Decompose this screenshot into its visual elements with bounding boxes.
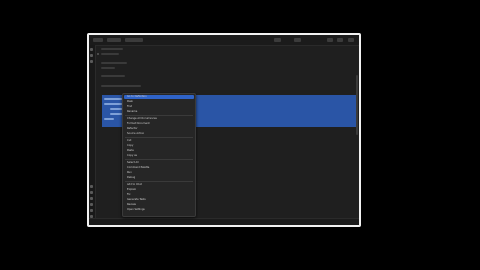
menu-item-generate-tests[interactable]: Generate Tests [127, 198, 146, 201]
menu-item-refactor[interactable]: Refactor [127, 127, 138, 130]
window-minimize-button[interactable] [327, 38, 333, 42]
menu-item-source-action[interactable]: Source Action [127, 132, 144, 135]
code-line [101, 48, 123, 50]
menu-icon[interactable] [93, 38, 103, 42]
explorer-icon[interactable] [90, 48, 93, 51]
extensions-icon[interactable] [90, 197, 93, 200]
line-number [97, 53, 99, 55]
menu-item-review[interactable]: Review [127, 203, 136, 206]
source-control-icon[interactable] [90, 60, 93, 63]
editor-scrollbar[interactable] [356, 75, 358, 135]
window-close-button[interactable] [348, 38, 354, 42]
menu-separator [125, 159, 193, 160]
code-line [101, 75, 125, 77]
menu-item-peek[interactable]: Peek [127, 100, 133, 103]
tab-file[interactable] [107, 38, 121, 42]
toolbar-button[interactable] [294, 38, 301, 42]
menu-item-find[interactable]: Find [127, 105, 132, 108]
menu-item-explain[interactable]: Explain [127, 188, 136, 191]
code-line [101, 62, 127, 64]
debug-icon[interactable] [90, 209, 93, 212]
status-bar [89, 218, 359, 225]
menu-separator [125, 181, 193, 182]
run-icon[interactable] [90, 203, 93, 206]
menu-item-go-to-definition[interactable]: Go to Definition [127, 95, 147, 98]
selected-line [104, 118, 114, 120]
menu-item-debug[interactable]: Debug [127, 176, 135, 179]
menu-item-fix[interactable]: Fix [127, 193, 130, 196]
window-maximize-button[interactable] [337, 38, 343, 42]
menu-item-paste[interactable]: Paste [127, 149, 134, 152]
menu-item-add-to-chat[interactable]: Add to Chat [127, 183, 142, 186]
menu-item-rename[interactable]: Rename [127, 110, 137, 113]
code-line [101, 53, 119, 55]
menu-separator [125, 115, 193, 116]
menu-item-run[interactable]: Run [127, 171, 132, 174]
menu-item-copy-as[interactable]: Copy as [127, 154, 137, 157]
tab-active[interactable] [125, 38, 143, 42]
menu-item-change-all[interactable]: Change All Occurrences [127, 117, 157, 120]
menu-item-command-palette[interactable]: Command Palette [127, 166, 149, 169]
search-icon[interactable] [90, 54, 93, 57]
context-menu: Go to Definition Peek Find Rename Change… [122, 93, 196, 217]
menu-item-open-settings[interactable]: Open Settings [127, 208, 145, 211]
code-line [101, 67, 115, 69]
toolbar-button[interactable] [274, 38, 281, 42]
menu-item-cut[interactable]: Cut [127, 139, 131, 142]
menu-item-format[interactable]: Format Document [127, 122, 150, 125]
code-line [101, 85, 141, 87]
account-icon[interactable] [90, 185, 93, 188]
menu-separator [125, 137, 193, 138]
gear-icon[interactable] [90, 191, 93, 194]
menu-item-copy[interactable]: Copy [127, 144, 133, 147]
menu-item-select-all[interactable]: Select All [127, 161, 139, 164]
